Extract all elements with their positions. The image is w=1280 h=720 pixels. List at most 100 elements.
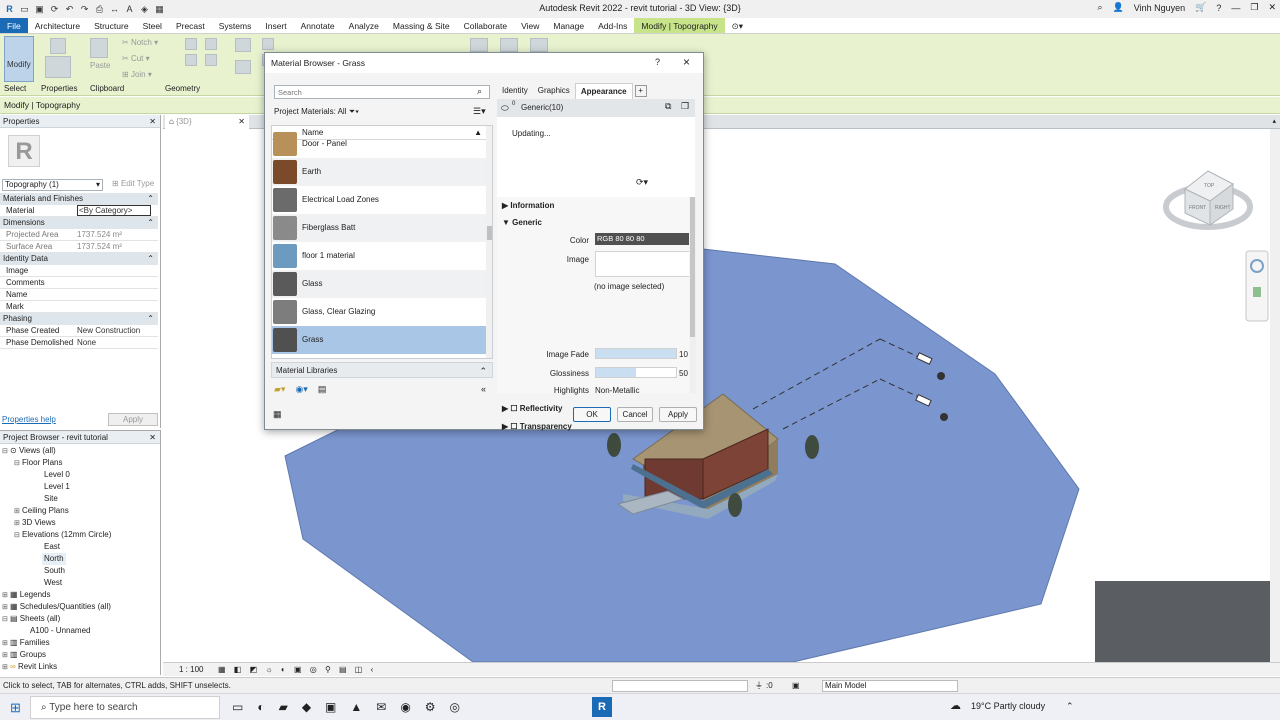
design-options-icon[interactable]: ▣ [792,678,800,694]
library-folder-icon[interactable]: ▰▾ [274,384,285,395]
view-tool-3[interactable] [530,38,548,52]
measure-icon[interactable]: ↔ [109,4,120,15]
prop-row-name[interactable]: Name [0,289,158,301]
viewcube-right-label[interactable]: RIGHT [1215,205,1231,211]
tab-add-ins[interactable]: Add-Ins [591,18,634,33]
revit-taskbar-icon[interactable]: R [592,697,612,717]
tree-ceiling-plans[interactable]: ⊞ Ceiling Plans [14,505,69,517]
section-reflectivity[interactable]: ▶ ☐ Reflectivity [502,404,562,413]
modify-tool-align[interactable] [235,38,251,52]
save-icon[interactable]: ▣ [34,4,45,15]
sync-icon[interactable]: ⟳ [49,4,60,15]
tab-graphics[interactable]: Graphics [533,83,575,99]
prop-row-material[interactable]: Material <By Category> [0,205,158,217]
tree-views[interactable]: ⊟ ⊙ Views (all) [2,445,56,457]
render-options-icon[interactable]: ⟳▾ [636,177,648,188]
geometry-tool-2[interactable] [185,54,197,66]
tab-structure[interactable]: Structure [87,18,136,33]
tray-chevron-icon[interactable]: ⌃ [1066,701,1074,712]
model-field[interactable]: Main Model [822,680,958,692]
open-icon[interactable]: ▭ [19,4,30,15]
material-row[interactable]: Electrical Load Zones [272,186,486,214]
material-editor-toggle-icon[interactable]: ▦ [273,409,282,420]
viewcube-front-label[interactable]: FRONT [1189,205,1206,211]
tree-legends[interactable]: ⊞ ▦ Legends [2,589,50,601]
tree-schedules[interactable]: ⊞ ▦ Schedules/Quantities (all) [2,601,111,613]
close-icon[interactable]: ✕ [1268,2,1276,13]
collapse-up-icon[interactable]: ⌃ [479,363,487,379]
tree-south[interactable]: South [44,565,65,577]
color-value[interactable]: RGB 80 80 80 [595,233,689,245]
view-controls-icons[interactable]: ▦ ◧ ◩ ☼ ◐ ▣ ◎ ⚲ ▤ ◫ ‹ [218,663,376,676]
help-icon[interactable]: ? [1216,3,1221,13]
properties-apply-button[interactable]: Apply [108,413,158,426]
duplicate-asset-icon[interactable]: ❐ [681,101,689,112]
prop-row-comments[interactable]: Comments [0,277,158,289]
modify-tool-move[interactable] [235,60,251,74]
search-help-icon[interactable]: ⌕ [1098,2,1103,13]
user-account-icon[interactable]: 👤 [1113,2,1124,13]
tree-a100[interactable]: A100 - Unnamed [30,625,90,637]
tab-file[interactable]: File [0,18,28,33]
double-chevron-left-icon[interactable]: « [481,384,486,394]
ribbon-options-icon[interactable]: ⊙▾ [725,18,750,33]
material-row[interactable]: Earth [272,158,486,186]
weather-text[interactable]: 19°C Partly cloudy [971,701,1045,711]
group-phasing[interactable]: Phasing ⌃ [0,313,158,325]
user-name[interactable]: Vinh Nguyen [1134,3,1185,13]
view-tab-3d[interactable]: ⌂ {3D} ✕ [165,115,249,129]
material-row[interactable]: floor 1 material [272,242,486,270]
section-information[interactable]: ▶ Information [502,201,554,210]
selection-filter-icon[interactable]: ⏚ [755,678,763,694]
tree-3d-views[interactable]: ⊞ 3D Views [14,517,56,529]
paste-icon[interactable] [90,38,108,58]
prop-row-image[interactable]: Image [0,265,158,277]
maximize-icon[interactable]: ❐ [1250,2,1258,13]
group-identity[interactable]: Identity Data ⌃ [0,253,158,265]
tab-analyze[interactable]: Analyze [342,18,386,33]
prop-value[interactable]: New Construction [77,325,140,337]
taskbar-apps[interactable]: ▭◐▰◆▣▲✉◉⚙◎ [232,700,474,714]
3d-view-icon[interactable]: ◈ [139,4,150,15]
cut-button[interactable]: ✂ Cut ▾ [122,54,150,63]
tab-modify-topography[interactable]: Modify | Topography [634,18,725,33]
view-tab-close-icon[interactable]: ✕ [238,115,245,129]
group-dimensions[interactable]: Dimensions ⌃ [0,217,158,229]
modify-tool-offset[interactable] [262,38,274,50]
material-list-scrollbar[interactable] [486,126,492,358]
print-icon[interactable]: ⎙ [94,4,105,15]
properties-help-link[interactable]: Properties help [2,415,56,424]
redo-icon[interactable]: ↷ [79,4,90,15]
material-row[interactable]: Glass, Clear Glazing [272,298,486,326]
tree-site[interactable]: Site [44,493,58,505]
tab-appearance[interactable]: Appearance [574,83,633,99]
zoom-icon[interactable] [1253,287,1261,297]
revit-logo-icon[interactable]: R [4,4,15,15]
worksets-field[interactable] [612,680,748,692]
prop-row-surface-area[interactable]: Surface Area 1737.524 m² [0,241,158,253]
view-scale[interactable]: 1 : 100 [179,663,203,676]
navigation-bar[interactable] [1245,250,1269,322]
tree-north[interactable]: North [42,553,66,565]
edit-type-button[interactable]: ⊞ Edit Type [112,179,154,188]
tab-steel[interactable]: Steel [136,18,169,33]
tab-annotate[interactable]: Annotate [294,18,342,33]
cart-icon[interactable]: 🛒 [1195,2,1206,13]
view-tool-1[interactable] [470,38,488,52]
view-tool-2[interactable] [500,38,518,52]
properties-tool-button[interactable] [45,56,71,78]
prop-row-projected-area[interactable]: Projected Area 1737.524 m² [0,229,158,241]
tree-families[interactable]: ⊞ ▥ Families [2,637,50,649]
prop-value[interactable]: <By Category> [77,205,151,216]
geometry-tool-4[interactable] [205,54,217,66]
glossiness-slider[interactable] [595,367,677,378]
viewcube-top-label[interactable]: TOP [1204,183,1215,189]
tree-level0[interactable]: Level 0 [44,469,70,481]
collapse-icon[interactable]: ⌃ [147,253,154,265]
tree-east[interactable]: East [44,541,60,553]
type-selector[interactable]: Topography (1) ▾ [2,179,103,191]
tab-massing-site[interactable]: Massing & Site [386,18,457,33]
create-material-icon[interactable]: ◉▾ [295,384,307,395]
ok-button[interactable]: OK [573,407,611,422]
viewport-scrollbar[interactable] [1270,129,1280,662]
